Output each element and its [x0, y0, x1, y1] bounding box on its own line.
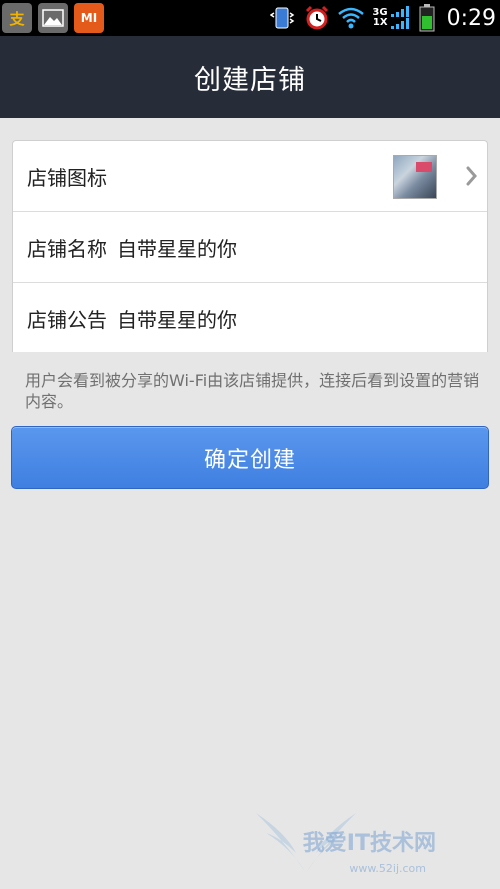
network-type-label: 3G 1X	[372, 7, 388, 28]
status-bar: 支 MI 3G 1X 0:29	[0, 0, 500, 36]
store-name-row[interactable]: 店铺名称 自带星星的你	[13, 212, 487, 283]
battery-icon	[419, 4, 435, 32]
alarm-icon	[304, 5, 330, 31]
confirm-create-button[interactable]: 确定创建	[11, 426, 489, 489]
store-icon-thumbnail	[393, 155, 437, 199]
store-icon-label: 店铺图标	[27, 165, 107, 190]
store-form: 店铺图标 店铺名称 自带星星的你 店铺公告 自带星星的你	[12, 140, 488, 352]
hint-text: 用户会看到被分享的Wi-Fi由该店铺提供，连接后看到设置的营销内容。	[25, 371, 480, 411]
clock: 0:29	[446, 5, 496, 31]
watermark-text: 我爱IT技术网	[302, 831, 436, 856]
vibrate-icon	[270, 5, 296, 31]
gallery-icon	[38, 3, 68, 33]
store-name-value: 自带星星的你	[117, 236, 237, 261]
page-title: 创建店铺	[194, 64, 306, 96]
watermark-url: www.52ij.com	[349, 862, 426, 875]
watermark: 我爱IT技术网 www.52ij.com	[246, 803, 466, 883]
alipay-icon: 支	[2, 3, 32, 33]
title-bar: 创建店铺	[0, 36, 500, 118]
store-name-label: 店铺名称	[27, 236, 107, 261]
store-icon-row[interactable]: 店铺图标	[13, 141, 487, 212]
store-notice-value: 自带星星的你	[117, 307, 237, 332]
chevron-right-icon	[466, 166, 477, 186]
store-notice-label: 店铺公告	[27, 307, 107, 332]
mi-icon: MI	[74, 3, 104, 33]
notification-icons: 支 MI	[0, 3, 104, 33]
signal-icon: 3G 1X	[372, 6, 410, 30]
wifi-icon	[338, 7, 365, 29]
store-notice-row[interactable]: 店铺公告 自带星星的你	[13, 283, 487, 353]
